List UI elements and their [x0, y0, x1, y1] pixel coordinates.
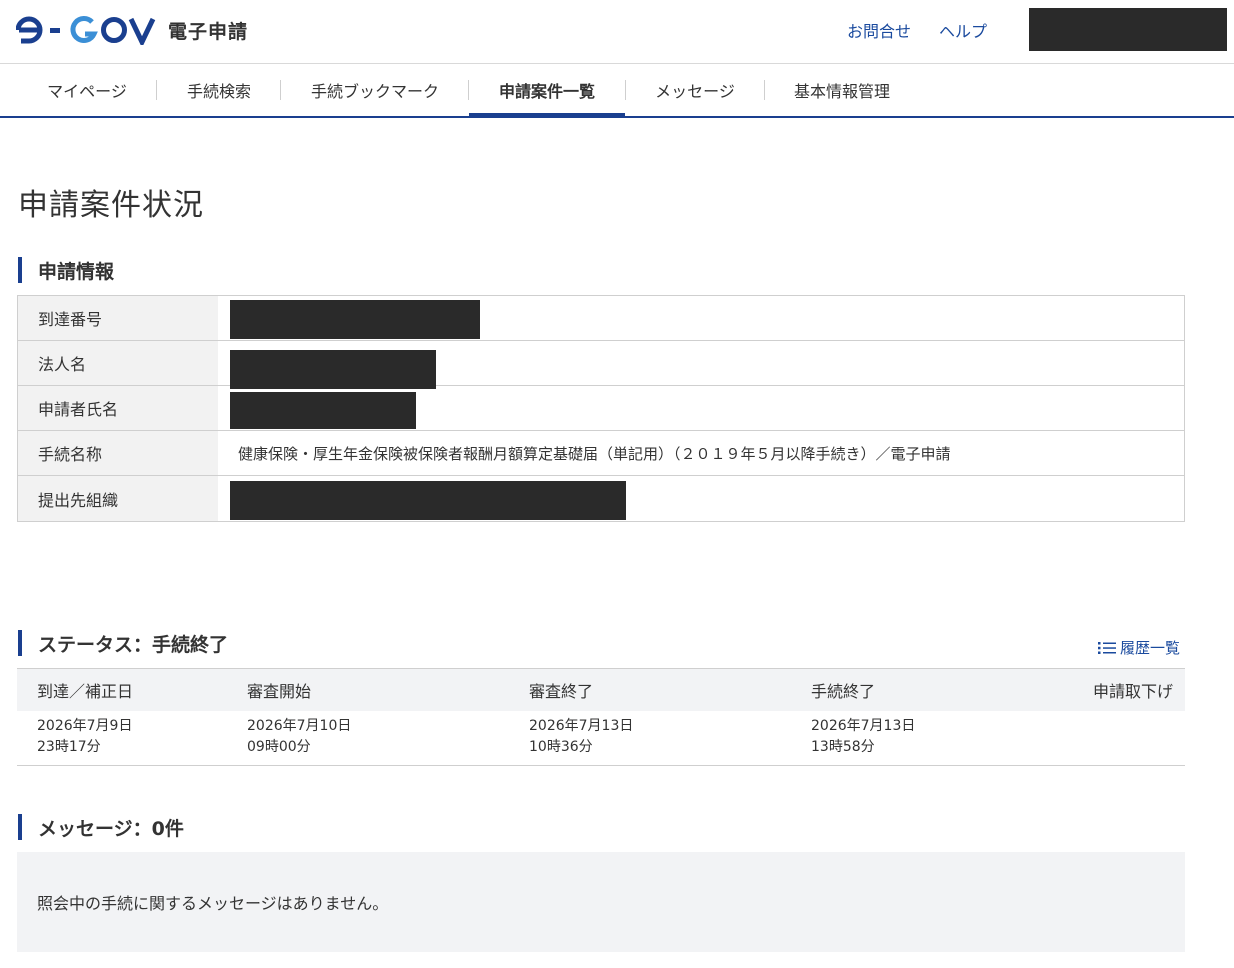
messages-heading: メッセージ：0件: [18, 814, 184, 840]
status-time: 09時00分: [247, 739, 311, 755]
table-row: 手続名称 健康保険・厚生年金保険被保険者報酬月額算定基礎届（単記用）（２０１９年…: [18, 431, 1184, 476]
messages-empty-box: 照会中の手続に関するメッセージはありません。: [17, 852, 1185, 952]
nav-separator: [625, 80, 626, 100]
table-row: 提出先組織: [18, 476, 1184, 521]
nav-item-bookmarks[interactable]: 手続ブックマーク: [296, 64, 454, 116]
status-heading: ステータス：手続終了: [18, 630, 228, 656]
column-header: 到達／補正日: [37, 682, 134, 701]
nav-separator: [764, 80, 765, 100]
column-header: 申請取下げ: [1092, 682, 1173, 701]
redacted-block: [230, 392, 416, 429]
applicant-name-value: [218, 386, 1184, 430]
status-time: 10時36分: [529, 739, 593, 755]
help-link[interactable]: ヘルプ: [939, 18, 987, 42]
corporation-name-label: 法人名: [18, 341, 218, 385]
status-date: 2026年7月9日: [37, 718, 133, 734]
arrival-number-label: 到達番号: [18, 296, 218, 340]
redacted-block: [230, 300, 480, 339]
procedure-name-label: 手続名称: [18, 431, 218, 475]
list-icon: [1098, 641, 1116, 654]
status-time: 13時58分: [811, 739, 875, 755]
status-date-cell: 2026年7月13日 10時36分: [509, 711, 791, 765]
contact-link[interactable]: お問合せ: [847, 18, 911, 42]
application-info-table: 到達番号 法人名 申請者氏名 手続名称 健康保険・厚生年金保険被保険者報酬月額算…: [17, 295, 1185, 522]
status-date-cell: [1073, 711, 1185, 765]
column-header: 手続終了: [811, 682, 876, 701]
nav-separator: [156, 80, 157, 100]
column-header: 審査終了: [529, 682, 594, 701]
status-date: 2026年7月13日: [811, 718, 916, 734]
status-date-cell: 2026年7月9日 23時17分: [17, 711, 227, 765]
procedure-name-value: 健康保険・厚生年金保険被保険者報酬月額算定基礎届（単記用）（２０１９年５月以降手…: [238, 444, 951, 463]
status-time: 23時17分: [37, 739, 101, 755]
column-header: 審査開始: [247, 682, 312, 701]
status-date: 2026年7月13日: [529, 718, 634, 734]
submission-org-value: [218, 476, 1184, 521]
nav-separator: [280, 80, 281, 100]
page-title: 申請案件状況: [18, 188, 204, 223]
history-list-link[interactable]: 履歴一覧: [1098, 637, 1180, 658]
redacted-block: [230, 350, 436, 389]
corporation-name-value: [218, 341, 1184, 389]
status-date-cell: 2026年7月13日 13時58分: [791, 711, 1073, 765]
nav-item-messages[interactable]: メッセージ: [640, 64, 750, 116]
status-date: 2026年7月10日: [247, 718, 352, 734]
applicant-name-label: 申請者氏名: [18, 386, 218, 430]
logo-text: 電子申請: [168, 20, 249, 43]
history-list-label: 履歴一覧: [1120, 639, 1181, 657]
application-info-heading: 申請情報: [18, 257, 114, 283]
redacted-block: [230, 481, 626, 520]
site-header: 電子申請 お問合せ ヘルプ: [0, 0, 1234, 64]
table-row: 法人名: [18, 341, 1184, 389]
user-menu-redacted[interactable]: [1029, 8, 1227, 51]
submission-org-label: 提出先組織: [18, 476, 218, 521]
status-date-cell: 2026年7月10日 09時00分: [227, 711, 509, 765]
table-row: 申請者氏名: [18, 386, 1184, 431]
egov-logo-icon: [16, 16, 156, 45]
status-table: 到達／補正日 審査開始 審査終了 手続終了 申請取下げ 2026年7月9日 23…: [17, 668, 1185, 766]
main-nav: マイページ 手続検索 手続ブックマーク 申請案件一覧 メッセージ 基本情報管理: [0, 64, 1234, 118]
nav-item-basic-info[interactable]: 基本情報管理: [780, 64, 904, 116]
status-date-row: 2026年7月9日 23時17分 2026年7月10日 09時00分 2026年…: [17, 711, 1185, 765]
messages-empty-text: 照会中の手続に関するメッセージはありません。: [37, 894, 389, 913]
nav-item-mypage[interactable]: マイページ: [30, 64, 144, 116]
egov-logo[interactable]: 電子申請: [16, 13, 248, 47]
nav-item-application-list[interactable]: 申請案件一覧: [469, 64, 625, 118]
nav-item-procedure-search[interactable]: 手続検索: [170, 64, 268, 116]
status-header-row: 到達／補正日 審査開始 審査終了 手続終了 申請取下げ: [17, 669, 1185, 711]
table-row: 到達番号: [18, 296, 1184, 341]
arrival-number-value: [218, 296, 1184, 340]
